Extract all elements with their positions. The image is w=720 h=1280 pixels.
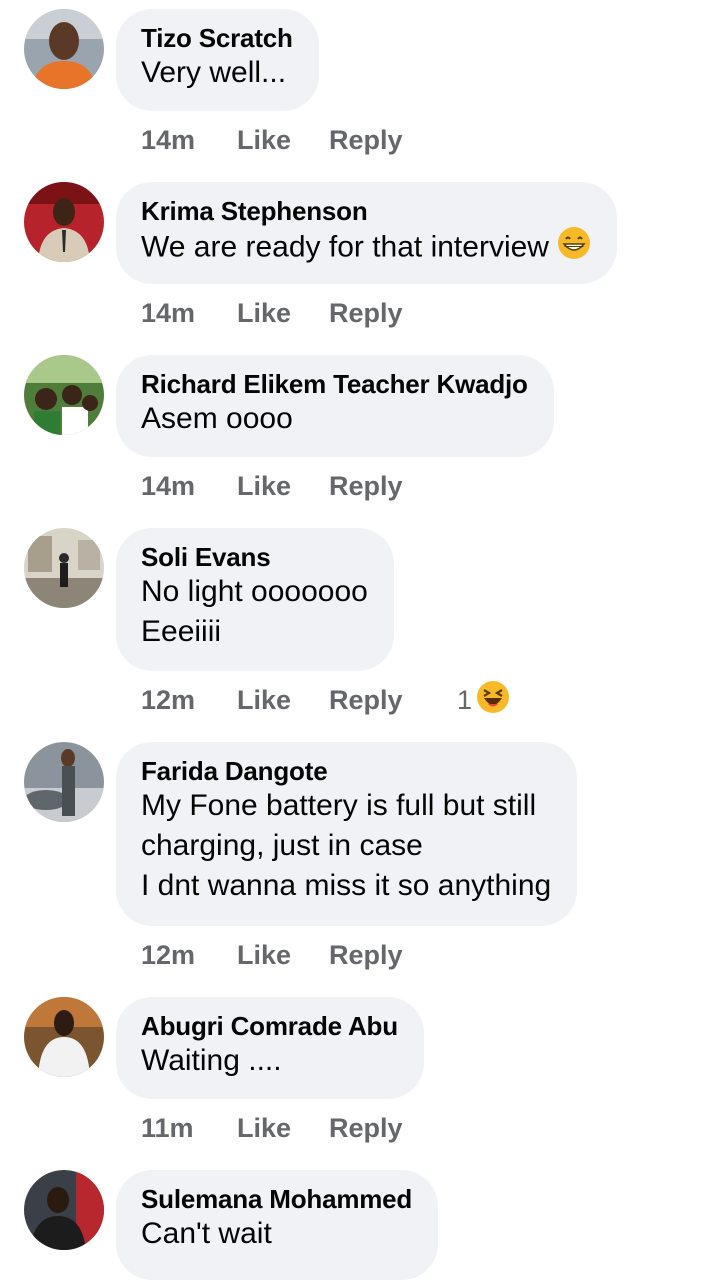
- comment-bubble: Tizo Scratch Very well...: [116, 9, 319, 111]
- comment-bubble: Abugri Comrade Abu Waiting ....: [116, 997, 424, 1099]
- comment-author[interactable]: Richard Elikem Teacher Kwadjo: [141, 369, 528, 399]
- comment-text: No light ooooooo Eeeiiii: [141, 575, 368, 648]
- comment-bubble: Farida Dangote My Fone battery is full b…: [116, 742, 578, 926]
- comment-text: Asem oooo: [141, 402, 293, 435]
- like-button[interactable]: Like: [237, 1113, 329, 1144]
- comment-actions: 12m Like Reply 1: [141, 680, 510, 720]
- comment-author[interactable]: Tizo Scratch: [141, 23, 293, 53]
- comment-author[interactable]: Farida Dangote: [141, 756, 551, 786]
- like-button[interactable]: Like: [237, 940, 329, 971]
- comment-author[interactable]: Soli Evans: [141, 542, 368, 572]
- comment-time[interactable]: 12m: [141, 940, 237, 971]
- comment-bubble: Soli Evans No light ooooooo Eeeiiii: [116, 528, 394, 671]
- avatar[interactable]: [24, 997, 104, 1077]
- comment-bubble: Sulemana Mohammed Can't wait: [116, 1170, 439, 1280]
- comment-time[interactable]: 14m: [141, 298, 237, 329]
- comment-text: Very well...: [141, 56, 287, 89]
- comment-time[interactable]: 11m: [141, 1113, 237, 1144]
- comment-author[interactable]: Krima Stephenson: [141, 196, 591, 226]
- comment-actions: 12m Like Reply: [141, 935, 439, 975]
- comment-time[interactable]: 14m: [141, 125, 237, 156]
- reply-button[interactable]: Reply: [329, 685, 439, 716]
- comment-text: Can't wait: [141, 1217, 272, 1250]
- reply-button[interactable]: Reply: [329, 298, 439, 329]
- comment-author[interactable]: Sulemana Mohammed: [141, 1184, 412, 1214]
- comment-time[interactable]: 12m: [141, 685, 237, 716]
- comment-bubble: Krima Stephenson We are ready for that i…: [116, 182, 617, 284]
- avatar[interactable]: [24, 182, 104, 262]
- comment-actions: 14m Like Reply: [141, 293, 439, 333]
- reaction-summary[interactable]: 1: [457, 680, 510, 721]
- avatar[interactable]: [24, 1170, 104, 1250]
- grinning-face-icon: [557, 226, 591, 271]
- avatar[interactable]: [24, 9, 104, 89]
- comment-actions: 11m Like Reply: [141, 1108, 439, 1148]
- reply-button[interactable]: Reply: [329, 1113, 439, 1144]
- avatar[interactable]: [24, 528, 104, 608]
- comment-time[interactable]: 14m: [141, 471, 237, 502]
- comment-text: Waiting ....: [141, 1044, 282, 1077]
- comment-actions: 14m Like Reply: [141, 120, 439, 160]
- comment-text: We are ready for that interview: [141, 226, 591, 271]
- like-button[interactable]: Like: [237, 471, 329, 502]
- reaction-count: 1: [457, 684, 473, 715]
- comment-actions: 14m Like Reply: [141, 466, 439, 506]
- laughing-face-icon: [476, 680, 510, 721]
- avatar[interactable]: [24, 742, 104, 822]
- comment-text: My Fone battery is full but still chargi…: [141, 789, 552, 902]
- reply-button[interactable]: Reply: [329, 471, 439, 502]
- like-button[interactable]: Like: [237, 685, 329, 716]
- avatar[interactable]: [24, 355, 104, 435]
- comment-bubble: Richard Elikem Teacher Kwadjo Asem oooo: [116, 355, 554, 457]
- like-button[interactable]: Like: [237, 298, 329, 329]
- reply-button[interactable]: Reply: [329, 125, 439, 156]
- like-button[interactable]: Like: [237, 125, 329, 156]
- reply-button[interactable]: Reply: [329, 940, 439, 971]
- comment-author[interactable]: Abugri Comrade Abu: [141, 1011, 398, 1041]
